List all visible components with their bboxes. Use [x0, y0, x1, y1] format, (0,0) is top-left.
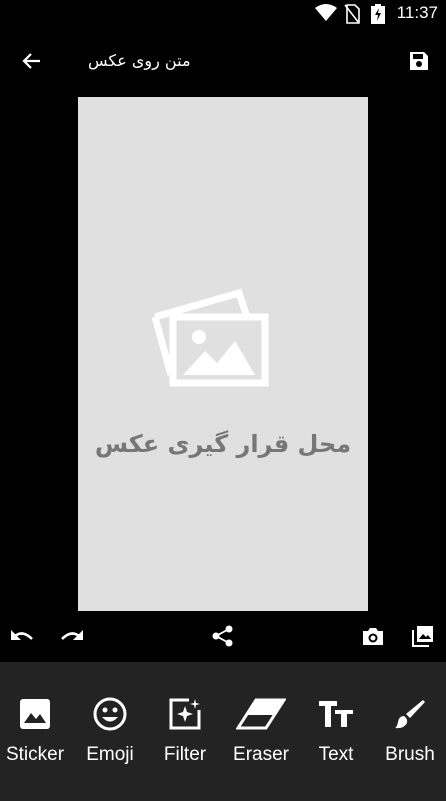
undo-button[interactable] — [8, 624, 36, 652]
gallery-button[interactable] — [409, 624, 437, 652]
smiley-icon — [72, 696, 148, 732]
arrow-back-icon — [22, 51, 42, 75]
status-time: 11:37 — [396, 3, 438, 22]
brush-icon — [372, 696, 446, 732]
image-canvas[interactable]: محل قرار گیری عکس — [78, 97, 368, 611]
image-icon — [0, 696, 73, 732]
battery-charging-icon — [371, 4, 385, 28]
save-button[interactable] — [404, 48, 434, 78]
share-button[interactable] — [209, 624, 237, 652]
app-toolbar: متن روی عکس — [0, 38, 446, 88]
tool-brush[interactable]: Brush — [372, 696, 446, 776]
page-title: متن روی عکس — [88, 51, 191, 70]
camera-icon — [362, 626, 384, 650]
tool-emoji[interactable]: Emoji — [72, 696, 148, 776]
camera-button[interactable] — [359, 624, 387, 652]
redo-button[interactable] — [58, 624, 86, 652]
eraser-icon — [223, 696, 299, 732]
tool-label: Filter — [163, 744, 207, 765]
tool-label: Emoji — [86, 744, 134, 765]
tool-label: Text — [318, 744, 354, 765]
tool-text[interactable]: Text — [298, 696, 374, 776]
tool-eraser[interactable]: Eraser — [223, 696, 299, 776]
status-bar: 11:37 — [0, 0, 446, 26]
undo-icon — [10, 627, 34, 649]
tool-label: Brush — [385, 744, 435, 765]
wifi-icon — [315, 4, 337, 26]
redo-icon — [60, 627, 84, 649]
tool-label: Eraser — [233, 744, 289, 765]
no-sim-icon — [344, 4, 360, 28]
filter-icon — [147, 696, 223, 732]
tools-panel: Sticker Emoji Filter Eraser Text Brush — [0, 662, 446, 801]
tool-filter[interactable]: Filter — [147, 696, 223, 776]
tool-sticker[interactable]: Sticker — [0, 696, 73, 776]
gallery-icon — [412, 625, 434, 651]
placeholder-text: محل قرار گیری عکس — [94, 430, 352, 458]
save-icon — [409, 51, 429, 75]
text-icon — [298, 696, 374, 732]
action-bar — [0, 620, 446, 656]
tool-label: Sticker — [5, 744, 65, 765]
share-icon — [212, 625, 234, 651]
photos-icon — [151, 287, 269, 391]
back-button[interactable] — [17, 48, 47, 78]
